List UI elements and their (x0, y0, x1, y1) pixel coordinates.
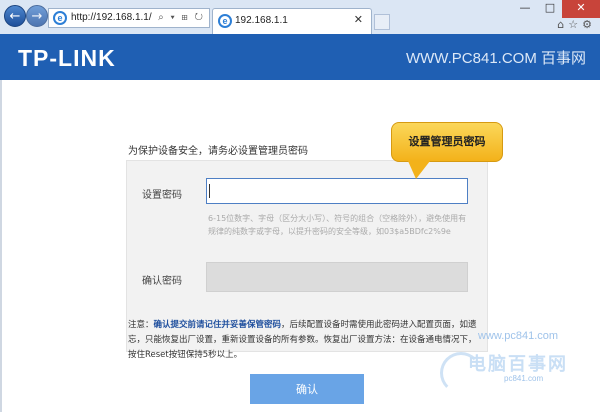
tooltip-pointer (408, 161, 430, 179)
confirm-password-label: 确认密码 (142, 276, 182, 287)
back-button[interactable]: ← (4, 5, 26, 27)
router-header: TP-LINK WWW.PC841.COM 百事网 (0, 34, 600, 80)
watermark-url: www.pc841.com (478, 330, 559, 342)
password-label: 设置密码 (142, 190, 182, 201)
address-tools-icons[interactable]: ⌕ ▾ ⊞ ↻ (158, 9, 205, 27)
address-text: http://192.168.1.1/ (71, 12, 152, 23)
password-hint: 6-15位数字、字母（区分大小写）、符号的组合（空格除外），避免使用有规律的纯数… (208, 214, 467, 236)
tab-ie-icon: e (218, 14, 232, 28)
close-window-button[interactable]: ✕ (562, 0, 600, 18)
setup-page: 为保护设备安全，请务必设置管理员密码 设置密码 6-15位数字、字母（区分大小写… (0, 80, 600, 412)
tp-link-logo: TP-LINK (18, 45, 116, 71)
warning-note: 注意：确认提交前请记住并妥善保管密码，后续配置设备时需使用此密码进入配置页面，如… (128, 318, 480, 363)
new-tab-button[interactable] (374, 14, 390, 30)
ie-page-icon: e (53, 11, 67, 25)
tab-router-admin[interactable]: e 192.168.1.1 ✕ (212, 8, 372, 34)
minimize-button[interactable]: — (512, 0, 538, 18)
note-highlight: 确认提交前请记住并妥善保管密码 (153, 320, 282, 330)
note-prefix: 注意： (128, 320, 154, 330)
password-input[interactable] (206, 178, 468, 204)
watermark-sub: pc841.com (504, 374, 544, 383)
forward-button[interactable]: → (26, 5, 48, 27)
address-bar[interactable]: e http://192.168.1.1/ ⌕ ▾ ⊞ ↻ (48, 8, 210, 28)
set-password-tooltip: 设置管理员密码 (391, 122, 503, 162)
watermark-text: 电脑百事网 (468, 354, 568, 375)
close-tab-icon[interactable]: ✕ (354, 13, 363, 26)
site-watermark: WWW.PC841.COM 百事网 (405, 50, 586, 67)
intro-text: 为保护设备安全，请务必设置管理员密码 (128, 146, 308, 157)
browser-toolbar: ← → e http://192.168.1.1/ ⌕ ▾ ⊞ ↻ e 192.… (0, 0, 600, 35)
text-caret (209, 184, 210, 198)
left-border (0, 80, 2, 412)
tab-title: 192.168.1.1 (235, 15, 288, 26)
maximize-button[interactable]: □ (538, 0, 562, 18)
home-favorites-settings-icons[interactable]: ⌂☆⚙ (540, 18, 600, 31)
confirm-password-input[interactable] (206, 262, 468, 292)
bottom-watermark: www.pc841.com 电脑百事网 pc841.com (440, 330, 600, 412)
confirm-button[interactable]: 确认 (250, 374, 364, 404)
